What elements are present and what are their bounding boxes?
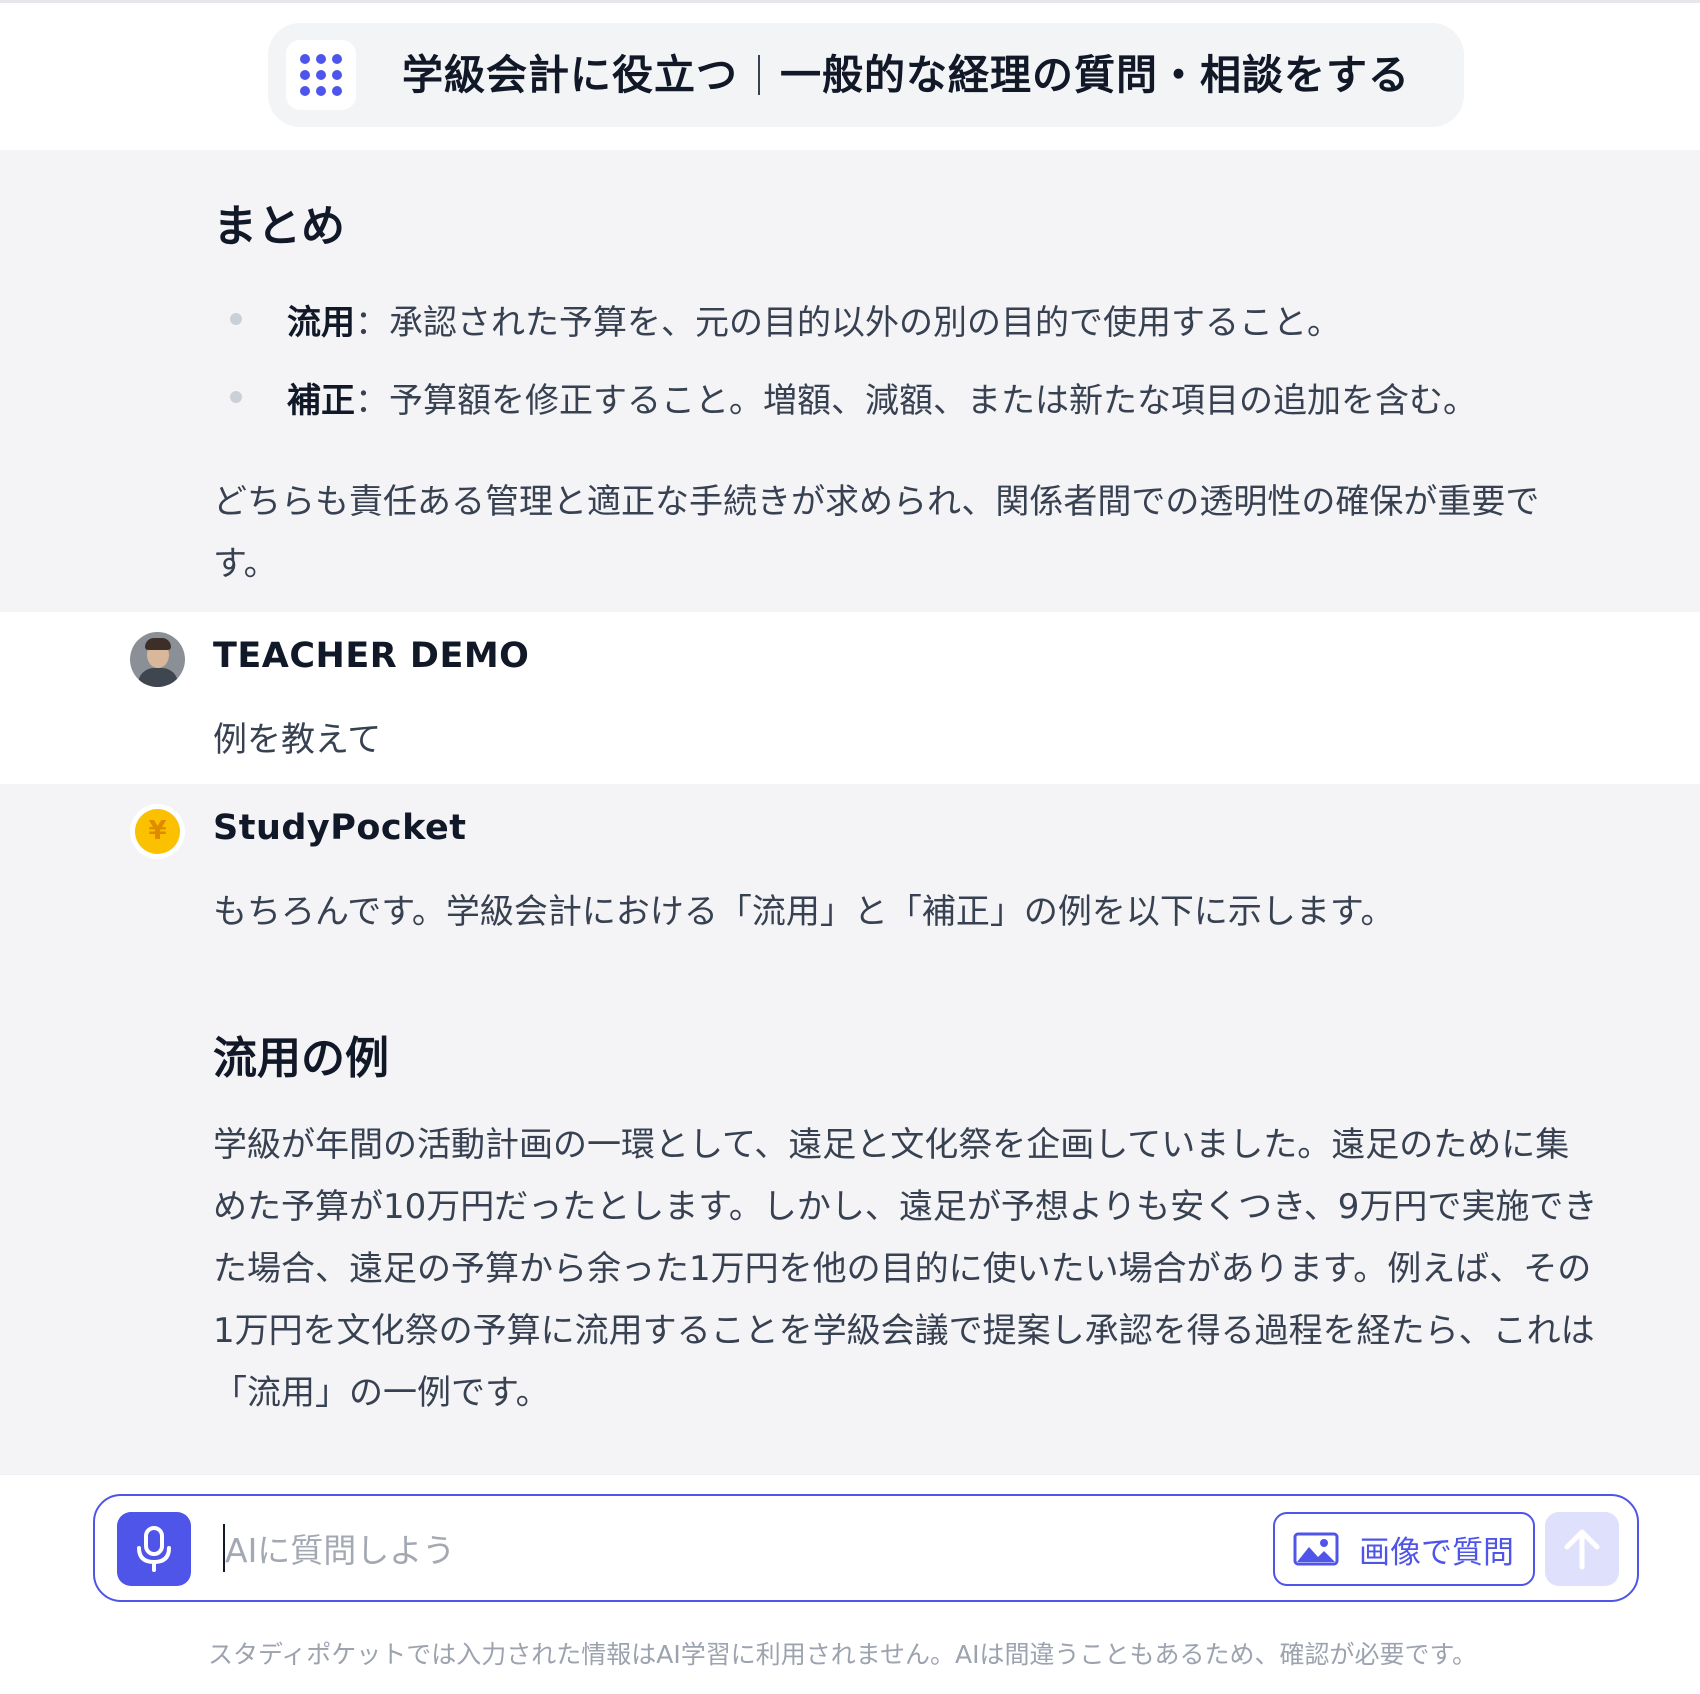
user-message: TEACHER DEMO 例を教えて [0, 612, 1700, 784]
send-button[interactable] [1545, 1512, 1619, 1586]
grid-dots-icon[interactable] [286, 40, 356, 110]
user-name: TEACHER DEMO [213, 636, 530, 676]
term-label: 流用 [287, 303, 355, 343]
title-name: 一般的な経理の質問・相談をする [780, 51, 1410, 99]
section-heading: 流用の例 [213, 1033, 389, 1084]
avatar [130, 632, 185, 687]
microphone-button[interactable] [117, 1512, 191, 1586]
ai-message-summary: まとめ 流用：承認された予算を、元の目的以外の別の目的で使用すること。 補正：予… [0, 150, 1700, 612]
bot-intro-text: もちろんです。学級会計における「流用」と「補正」の例を以下に示します。 [213, 892, 1395, 932]
title-separator [758, 55, 760, 95]
bullet-dot [230, 313, 242, 325]
ai-message-example: ¥ StudyPocket もちろんです。学級会計における「流用」と「補正」の例… [0, 784, 1700, 1474]
image-question-button[interactable]: 画像で質問 [1273, 1512, 1535, 1586]
page-title: 学級会計に役立つ 一般的な経理の質問・相談をする [402, 23, 1410, 127]
example-paragraph: 学級が年間の活動計画の一環として、遠足と文化祭を企画していました。遠足のために集… [213, 1125, 1598, 1413]
disclaimer-text: スタディポケットでは入力された情報はAI学習に利用されません。AIは間違うことも… [208, 1640, 1477, 1669]
title-category: 学級会計に役立つ [402, 51, 738, 99]
app-title-bar[interactable]: 学級会計に役立つ 一般的な経理の質問・相談をする [268, 23, 1464, 127]
header: 学級会計に役立つ 一般的な経理の質問・相談をする [0, 3, 1700, 150]
summary-paragraph: どちらも責任ある管理と適正な手続きが求められ、関係者間での透明性の確保が重要です… [213, 482, 1540, 584]
yen-coin-icon: ¥ [135, 809, 180, 854]
arrow-up-icon [1564, 1529, 1600, 1570]
bot-name: StudyPocket [213, 808, 467, 848]
image-icon [1293, 1532, 1339, 1566]
term-label: 補正 [287, 381, 355, 421]
term-definition: ：予算額を修正すること。増額、減額、または新たな項目の追加を含む。 [355, 381, 1477, 421]
term-definition: ：承認された予算を、元の目的以外の別の目的で使用すること。 [355, 303, 1341, 343]
summary-heading: まとめ [213, 201, 345, 252]
bot-avatar: ¥ [130, 804, 185, 859]
composer-area: 画像で質問 スタディポケットでは入力された情報はAI学習に利用されません。AIは… [0, 1474, 1700, 1694]
microphone-icon [137, 1526, 171, 1572]
chat-composer: 画像で質問 [93, 1494, 1639, 1602]
question-input[interactable] [225, 1522, 1245, 1578]
bullet-dot [230, 391, 242, 403]
image-question-label: 画像で質問 [1359, 1534, 1514, 1571]
user-message-text: 例を教えて [213, 720, 382, 760]
